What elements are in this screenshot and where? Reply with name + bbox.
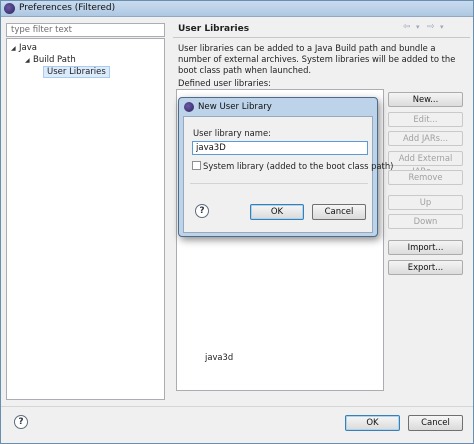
window-titlebar[interactable]: Preferences (Filtered)	[1, 1, 473, 17]
window-title: Preferences (Filtered)	[19, 3, 116, 13]
new-button[interactable]: New...	[388, 92, 463, 107]
forward-arrow-icon[interactable]: ⇨	[427, 22, 435, 32]
chevron-down-icon[interactable]: ▾	[440, 23, 444, 31]
tree-item-java[interactable]: ◢ Java	[11, 42, 37, 54]
preferences-window: Preferences (Filtered) ◢Java ◢Build Path…	[0, 0, 474, 444]
footer-divider	[1, 406, 473, 407]
dialog-title: New User Library	[198, 102, 272, 112]
dialog-divider	[190, 183, 368, 184]
down-button[interactable]: Down	[388, 214, 463, 229]
library-name-input[interactable]	[192, 141, 368, 155]
new-user-library-dialog: New User Library User library name: Syst…	[178, 97, 393, 237]
dialog-body: User library name: System library (added…	[183, 116, 393, 233]
filter-input[interactable]	[6, 23, 165, 37]
edit-button[interactable]: Edit...	[388, 112, 463, 127]
import-button[interactable]: Import...	[388, 240, 463, 255]
export-button[interactable]: Export...	[388, 260, 463, 275]
expand-triangle-icon[interactable]: ◢	[25, 55, 33, 67]
page-title: User Libraries	[178, 24, 250, 34]
up-button[interactable]: Up	[388, 195, 463, 210]
history-nav: ⇦ ▾ ⇨ ▾	[403, 22, 469, 34]
system-library-checkbox[interactable]: System library (added to the boot class …	[192, 161, 393, 173]
library-name-label: User library name:	[193, 128, 271, 138]
list-item[interactable]: java3d	[205, 352, 233, 362]
add-jars-button[interactable]: Add JARs...	[388, 131, 463, 146]
dialog-ok-button[interactable]: OK	[250, 204, 304, 220]
remove-button[interactable]: Remove	[388, 170, 463, 185]
add-external-jars-button[interactable]: Add External JARs...	[388, 151, 463, 176]
dialog-titlebar[interactable]: New User Library	[179, 98, 377, 115]
preference-tree: ◢ Java ◢ Build Path User Libraries	[6, 38, 165, 400]
eclipse-icon	[184, 102, 194, 112]
chevron-down-icon[interactable]: ▾	[416, 23, 420, 31]
checkbox-icon[interactable]	[192, 161, 201, 170]
tree-item-user-libraries[interactable]: User Libraries	[43, 66, 110, 78]
expand-triangle-icon[interactable]: ◢	[11, 43, 19, 55]
help-icon[interactable]: ?	[14, 415, 28, 429]
page-description: User libraries can be added to a Java Bu…	[178, 43, 456, 75]
eclipse-icon	[4, 3, 15, 14]
back-arrow-icon[interactable]: ⇦	[403, 22, 411, 32]
tree-item-build-path[interactable]: ◢ Build Path	[25, 54, 76, 66]
system-library-label: System library (added to the boot class …	[203, 161, 394, 171]
cancel-button[interactable]: Cancel	[408, 415, 463, 431]
defined-libraries-label: Defined user libraries:	[178, 78, 271, 88]
help-icon[interactable]: ?	[195, 204, 209, 218]
header-divider	[173, 37, 470, 38]
dialog-cancel-button[interactable]: Cancel	[312, 204, 366, 220]
ok-button[interactable]: OK	[345, 415, 400, 431]
